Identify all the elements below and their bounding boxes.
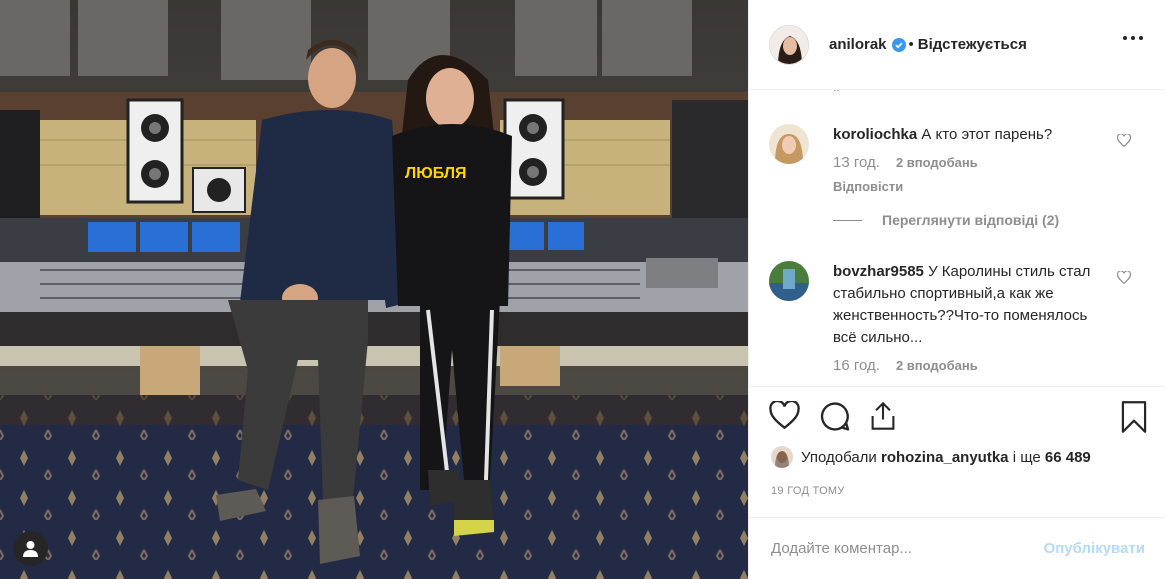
publish-button[interactable]: Опублікувати <box>1044 540 1145 557</box>
comment-time[interactable]: 16 год. <box>833 355 880 377</box>
comment-likes[interactable]: 2 вподобань <box>896 355 978 377</box>
comment-item: bovzhar9585 У Каролины стиль стал стабил… <box>769 261 1165 377</box>
comment-item: koroliochka А кто этот парень? 13 год. 2… <box>769 124 1165 198</box>
share-icon[interactable] <box>869 401 897 436</box>
reply-button[interactable]: Відповісти <box>833 176 1113 198</box>
liker-avatar[interactable] <box>771 446 793 468</box>
user-tag-button[interactable] <box>13 531 48 566</box>
post-timestamp[interactable]: 19 ГОД ТОМУ <box>771 485 845 497</box>
likes-summary: Уподобали rohozina_anyutka і ще 66 489 <box>771 446 1091 468</box>
comment-body: bovzhar9585 У Каролины стиль стал стабил… <box>833 261 1113 377</box>
likes-prefix: Уподобали <box>801 448 877 466</box>
post-header: anilorak • Відстежується <box>749 0 1165 90</box>
instagram-post: ЛЮБЛЯ anilorak • Відстежується korolioch… <box>0 0 1165 579</box>
heart-icon[interactable] <box>769 399 800 435</box>
clipped-comment-text: .. <box>833 90 840 94</box>
comment-input[interactable] <box>771 540 1044 557</box>
comment-time[interactable]: 13 год. <box>833 152 880 174</box>
more-options-icon[interactable] <box>1123 36 1143 40</box>
comment-meta: 13 год. 2 вподобань <box>833 152 1113 174</box>
view-replies-label: Переглянути відповіді (2) <box>882 212 1060 228</box>
post-photo[interactable]: ЛЮБЛЯ <box>0 0 748 579</box>
likes-conjunction: і ще <box>1012 448 1041 466</box>
view-replies-button[interactable]: Переглянути відповіді (2) <box>833 212 1059 228</box>
comment-body: koroliochka А кто этот парень? 13 год. 2… <box>833 124 1113 198</box>
commenter-avatar-image <box>769 261 809 301</box>
studio-photo-image: ЛЮБЛЯ <box>0 0 748 579</box>
verified-badge-icon <box>891 37 906 52</box>
bookmark-icon[interactable] <box>1121 401 1147 438</box>
likes-count[interactable]: 66 489 <box>1045 449 1091 466</box>
comment-text: А кто этот парень? <box>921 126 1053 143</box>
user-tag-icon <box>23 541 38 557</box>
commenter-avatar[interactable] <box>769 261 809 301</box>
commenter-avatar-image <box>769 124 809 164</box>
author-username[interactable]: anilorak <box>829 36 887 53</box>
comments-list[interactable]: .. koroliochka А кто этот парень? 13 год… <box>749 90 1165 386</box>
view-replies-line <box>833 219 862 221</box>
comment-icon[interactable] <box>819 401 850 437</box>
liker-avatar-image <box>771 446 793 468</box>
commenter-avatar[interactable] <box>769 124 809 164</box>
following-button[interactable]: Відстежується <box>918 36 1027 53</box>
comment-like-heart-icon[interactable] <box>1116 270 1132 289</box>
add-comment-bar: Опублікувати <box>749 517 1165 579</box>
comment-username[interactable]: bovzhar9585 <box>833 263 924 280</box>
author-avatar[interactable] <box>769 24 809 65</box>
liker-username[interactable]: rohozina_anyutka <box>881 449 1009 466</box>
comment-meta: 16 год. 2 вподобань <box>833 355 1113 377</box>
comment-username[interactable]: koroliochka <box>833 126 917 143</box>
comment-like-heart-icon[interactable] <box>1116 133 1132 152</box>
comment-likes[interactable]: 2 вподобань <box>896 152 978 174</box>
author-avatar-image <box>770 25 808 64</box>
post-actions <box>749 386 1165 446</box>
post-side-panel: anilorak • Відстежується .. <box>748 0 1165 579</box>
svg-text:ЛЮБЛЯ: ЛЮБЛЯ <box>405 165 467 182</box>
header-separator: • <box>908 36 914 53</box>
